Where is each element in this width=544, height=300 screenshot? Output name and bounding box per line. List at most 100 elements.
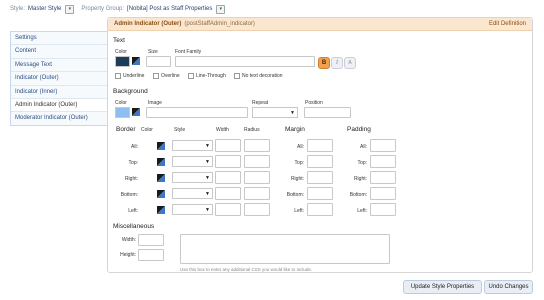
chevron-down-icon: ▼ [205,159,210,165]
border-top-radius-input[interactable] [244,155,270,168]
sidebar-item-content[interactable]: Content [11,45,108,59]
sidebar-item-settings[interactable]: Settings [11,32,108,46]
border-bottom-radius-input[interactable] [244,187,270,200]
text-section-heading: Text [113,37,125,44]
border-left-radius-input[interactable] [244,203,270,216]
padding-top-label: Top: [357,160,367,166]
border-radius-label: Radius [244,127,260,133]
text-color-label: Color [115,49,127,55]
undo-changes-button[interactable]: Undo Changes [484,280,533,294]
sidebar-item-moderator-indicator-outer[interactable]: Moderator Indicator (Outer) [11,112,108,124]
sidebar-item-indicator-outer[interactable]: Indicator (Outer) [11,72,108,86]
margin-left-input[interactable] [307,203,333,216]
border-top-color-picker-icon[interactable] [157,158,165,166]
padding-all-input[interactable] [370,139,396,152]
underline-checkbox[interactable] [115,73,121,79]
margin-right-input[interactable] [307,171,333,184]
margin-all-input[interactable] [307,139,333,152]
border-right-width-input[interactable] [215,171,241,184]
background-color-label: Color [115,100,127,106]
background-repeat-select[interactable]: ▼ [252,107,298,118]
italic-button[interactable]: I [331,57,343,69]
padding-left-input[interactable] [370,203,396,216]
misc-width-input[interactable] [138,234,164,246]
background-image-input[interactable] [146,107,248,118]
border-bottom-color-picker-icon[interactable] [157,190,165,198]
border-top-style-select[interactable]: ▼ [172,156,213,167]
border-top-label: Top: [128,160,138,166]
property-group-label: Property Group: [81,6,125,12]
font-family-input[interactable] [175,56,315,67]
panel-subtitle: (postStaffAdmin_indicator) [184,21,255,27]
style-selector[interactable]: Master Style [28,6,61,12]
border-bottom-width-input[interactable] [215,187,241,200]
border-bottom-style-select[interactable]: ▼ [172,188,213,199]
update-style-properties-button[interactable]: Update Style Properties [403,280,482,294]
no-decoration-checkbox[interactable] [234,73,240,79]
border-right-style-select[interactable]: ▼ [172,172,213,183]
chevron-down-icon[interactable]: ▾ [216,4,226,14]
text-size-input[interactable] [146,56,171,67]
padding-all-label: All: [360,144,367,150]
border-top-width-input[interactable] [215,155,241,168]
border-right-radius-input[interactable] [244,171,270,184]
border-style-label: Style [174,127,186,133]
overline-label: Overline [161,73,180,79]
padding-top-input[interactable] [370,155,396,168]
chevron-down-icon[interactable]: ▾ [65,4,75,14]
sidebar-item-admin-indicator-outer[interactable]: Admin Indicator (Outer) [11,98,108,113]
extra-css-textarea[interactable] [180,234,390,264]
chevron-down-icon: ▼ [290,110,295,116]
background-position-input[interactable] [304,107,351,118]
bold-button[interactable]: B [318,57,330,69]
padding-bottom-label: Bottom: [349,192,367,198]
text-color-swatch[interactable] [115,56,130,67]
chevron-down-icon: ▼ [205,175,210,181]
border-left-color-picker-icon[interactable] [157,206,165,214]
border-color-label: Color [141,127,153,133]
border-all-color-picker-icon[interactable] [157,142,165,150]
misc-section-heading: Miscellaneous [113,223,155,230]
border-all-label: All: [131,144,138,150]
border-left-style-select[interactable]: ▼ [172,204,213,215]
edit-definition-link[interactable]: Edit Definition [489,21,526,27]
text-size-label: Size [148,49,158,55]
margin-top-label: Top: [294,160,304,166]
border-right-label: Right: [124,176,138,182]
background-image-label: Image [148,100,162,106]
line-through-label: Line-Through [196,73,226,79]
line-through-checkbox[interactable] [188,73,194,79]
padding-left-label: Left: [357,208,367,214]
border-width-label: Width [216,127,229,133]
small-caps-button[interactable]: A [344,57,356,69]
margin-section-heading: Margin [285,126,305,133]
margin-left-label: Left: [294,208,304,214]
chevron-down-icon: ▼ [205,191,210,197]
property-panel: Admin Indicator (Outer) (postStaffAdmin_… [107,17,533,273]
background-color-swatch[interactable] [115,107,130,118]
misc-height-input[interactable] [138,249,164,261]
overline-checkbox[interactable] [153,73,159,79]
style-label: Style: [10,6,26,12]
property-group-selector[interactable]: [Nobita] Post as Staff Properties [127,6,212,12]
sidebar-item-indicator-inner[interactable]: Indicator (Inner) [11,86,108,99]
border-all-radius-input[interactable] [244,139,270,152]
border-section-heading: Border [116,126,136,133]
extra-css-hint: Use this box to enter any additional CSS… [180,267,313,272]
background-position-label: Position [305,100,323,106]
panel-title: Admin Indicator (Outer) [114,21,182,27]
margin-bottom-label: Bottom: [286,192,304,198]
border-all-width-input[interactable] [215,139,241,152]
chevron-down-icon: ▼ [205,143,210,149]
sidebar-item-message-text[interactable]: Message Text [11,59,108,73]
border-right-color-picker-icon[interactable] [157,174,165,182]
border-all-style-select[interactable]: ▼ [172,140,213,151]
margin-bottom-input[interactable] [307,187,333,200]
padding-bottom-input[interactable] [370,187,396,200]
margin-top-input[interactable] [307,155,333,168]
border-left-width-input[interactable] [215,203,241,216]
border-left-label: Left: [128,208,138,214]
padding-right-input[interactable] [370,171,396,184]
color-picker-icon[interactable] [132,108,140,116]
color-picker-icon[interactable] [132,57,140,65]
